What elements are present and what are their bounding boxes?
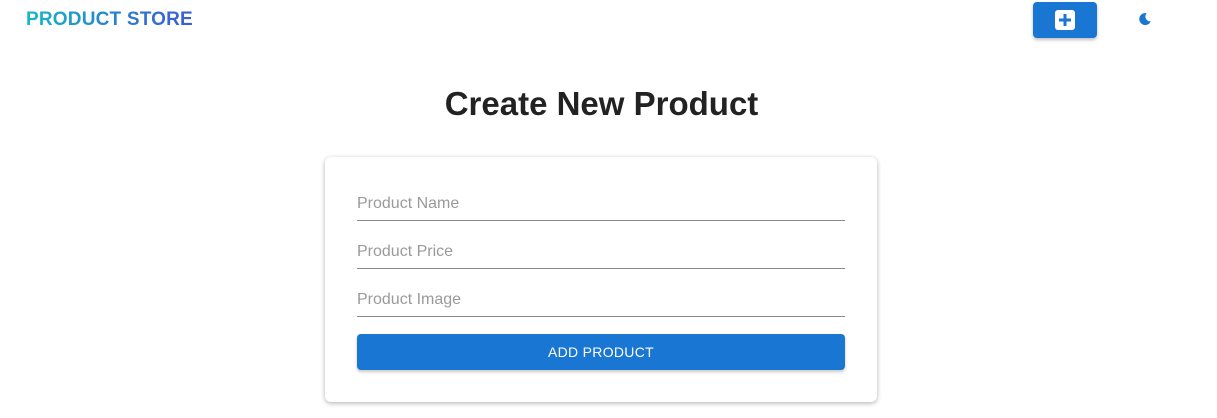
- product-image-input[interactable]: [357, 287, 845, 317]
- create-product-form: ADD PRODUCT: [325, 157, 877, 402]
- plus-square-icon: [1054, 9, 1076, 31]
- page-title: Create New Product: [444, 85, 759, 122]
- create-product-nav-button[interactable]: [1033, 2, 1097, 38]
- add-product-button[interactable]: ADD PRODUCT: [357, 334, 845, 370]
- brand-logo[interactable]: PRODUCT STORE: [26, 9, 193, 31]
- product-price-input[interactable]: [357, 239, 845, 269]
- theme-toggle-button[interactable]: [1132, 8, 1158, 34]
- moon-icon: [1138, 12, 1152, 31]
- page: PRODUCT STORE Create New Product ADD PRO…: [0, 0, 1217, 418]
- product-name-input[interactable]: [357, 191, 845, 221]
